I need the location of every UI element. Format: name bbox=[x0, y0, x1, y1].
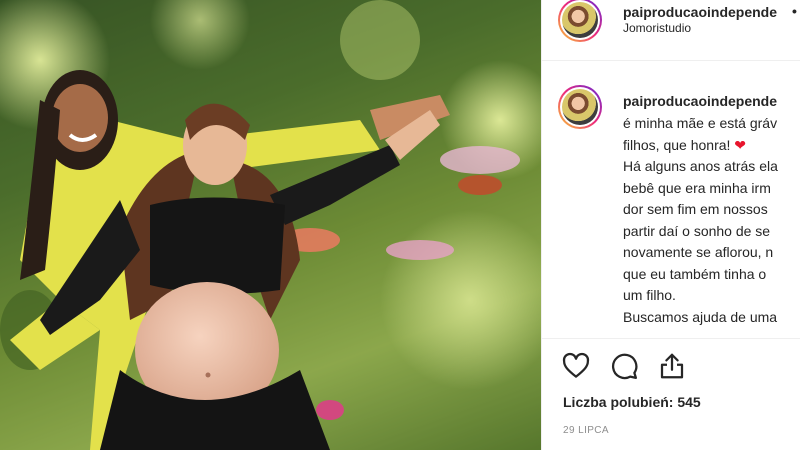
caption-line: dor sem fim em nossos bbox=[623, 201, 768, 217]
header-username[interactable]: paiproducaoindepende bbox=[623, 4, 777, 20]
photo-illustration bbox=[0, 0, 541, 450]
post-location[interactable]: Jomoristudio bbox=[623, 21, 691, 35]
caption-author-avatar[interactable] bbox=[558, 85, 602, 129]
caption-text: é minha mãe e está gráv filhos, que honr… bbox=[623, 113, 800, 328]
post-photo[interactable] bbox=[0, 0, 541, 450]
caption-line: um filho. bbox=[623, 287, 676, 303]
post-header: paiproducaoindepende • Jomoristudio bbox=[542, 0, 800, 61]
author-avatar[interactable] bbox=[558, 0, 602, 42]
post-date[interactable]: 29 LIPCA bbox=[563, 425, 609, 436]
red-heart-icon: ❤ bbox=[734, 136, 747, 153]
caption-line: partir daí o sonho de se bbox=[623, 222, 771, 239]
avatar-image bbox=[562, 89, 598, 125]
likes-count[interactable]: Liczba polubień: 545 bbox=[563, 394, 701, 410]
caption-username[interactable]: paiproducaoindepende bbox=[623, 93, 777, 109]
comment-bubble-icon[interactable] bbox=[609, 351, 641, 383]
caption-line: novamente se aflorou, n bbox=[623, 244, 774, 260]
caption-line: bebê que era minha irm bbox=[623, 179, 771, 196]
comments-scroll-area[interactable]: paiproducaoindepende é minha mãe e está … bbox=[542, 61, 800, 338]
caption-line: que eu também tinha o bbox=[623, 265, 767, 282]
share-icon[interactable] bbox=[657, 351, 689, 383]
avatar-image bbox=[562, 2, 598, 38]
caption-line: filhos, que honra! ❤ bbox=[623, 135, 800, 157]
caption-line: é minha mãe e está gráv bbox=[623, 115, 778, 131]
heart-outline-icon[interactable] bbox=[561, 351, 593, 383]
header-separator: • bbox=[792, 3, 797, 19]
post-side-panel: paiproducaoindepende • Jomoristudio paip… bbox=[541, 0, 800, 450]
caption-line: Há alguns anos atrás ela bbox=[623, 158, 778, 174]
caption-line-text: filhos, que honra! ❤ bbox=[623, 136, 747, 153]
post-actions: Liczba polubień: 545 29 LIPCA bbox=[542, 338, 800, 451]
caption-line: Buscamos ajuda de uma bbox=[623, 308, 778, 325]
